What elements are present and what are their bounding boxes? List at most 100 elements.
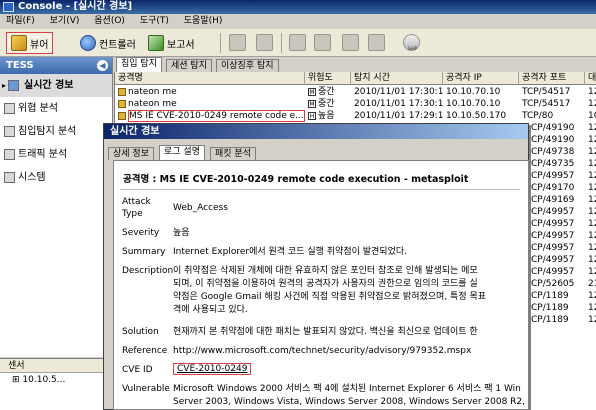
traffic-icon <box>4 149 15 160</box>
col-attacker-ip[interactable]: 공격자 IP <box>443 72 519 85</box>
reference-label: Reference <box>122 346 168 356</box>
cell-name: nateon me <box>128 87 177 97</box>
tab-intrusion[interactable]: 침입 탐지 <box>116 57 162 72</box>
tool-icon-1[interactable] <box>229 34 246 51</box>
report-button[interactable]: 보고서 <box>144 32 199 54</box>
cell-port: CP/49190 <box>531 123 575 133</box>
cell-port: CP/49957 <box>531 171 575 181</box>
tool-icon-4[interactable] <box>314 34 331 51</box>
sidebar-item-label: 실시간 경보 <box>24 80 74 91</box>
tab-packet-analysis[interactable]: 패킷 분석 <box>210 147 256 160</box>
sensor-ip: 10.10.5... <box>22 375 66 385</box>
col-attack-name[interactable]: 공격명 <box>115 72 305 85</box>
description-line: 격에 사용되고 있다. <box>173 305 248 315</box>
cell-dst: 12 <box>588 231 596 241</box>
viewer-icon <box>11 35 27 51</box>
selected-arrow-icon: ▸ <box>2 81 7 90</box>
cell-port: CP/49957 <box>531 231 575 241</box>
cell-port: TCP/54517 <box>522 87 571 97</box>
cell-dst: 12 <box>588 123 596 133</box>
sidebar-item-label: 시스템 <box>18 172 46 183</box>
report-icon <box>148 35 164 51</box>
sensor-header: 센서 <box>0 359 113 373</box>
tool-icon-2[interactable] <box>256 34 273 51</box>
menu-help[interactable]: 도움말(H) <box>184 16 223 26</box>
table-row[interactable]: nateon me M 중간 2010/11/01 17:30:14 10.10.… <box>115 86 596 98</box>
alert-row-icon <box>118 111 126 120</box>
menu-tools[interactable]: 도구(T) <box>140 16 169 26</box>
dialog-tabs: 상세 정보 로그 설명 패킷 분석 <box>106 144 526 160</box>
app-icon <box>3 2 14 12</box>
controller-button[interactable]: 컨트롤러 <box>76 32 140 54</box>
dialog-title[interactable]: 실시간 경보 <box>104 124 528 139</box>
threat-icon <box>4 103 15 114</box>
sidebar-item-system[interactable]: 시스템 <box>0 166 112 189</box>
col-attacker-port[interactable]: 공격자 포트 <box>519 72 585 85</box>
sidebar-item-intrusion-analysis[interactable]: 침입탐지 분석 <box>0 120 112 143</box>
reference-link[interactable]: http://www.microsoft.com/technet/securit… <box>173 345 471 357</box>
cell-port: TCP/80 <box>522 111 554 121</box>
tool-icon-6[interactable] <box>368 34 385 51</box>
col-severity[interactable]: 위험도 <box>305 72 351 85</box>
toolbar-separator-2 <box>281 33 282 53</box>
toolbar-separator <box>220 33 221 53</box>
solution-label: Solution <box>122 327 159 337</box>
toolbar: 뷰어 컨트롤러 보고서 SHIP <box>0 29 596 57</box>
cell-dst: 12 <box>588 291 596 301</box>
cell-dst: 12 <box>588 207 596 217</box>
cell-dst: 12 <box>588 87 596 97</box>
menu-file[interactable]: 파일(F) <box>6 16 35 26</box>
cve-label: CVE ID <box>122 365 153 375</box>
tool-icon-3[interactable] <box>289 34 306 51</box>
expand-icon[interactable]: ⊞ <box>12 375 20 385</box>
system-icon <box>4 172 15 183</box>
description-line: 약점은 Google Gmail 해킹 사건에 직접 악용된 취약점으로 밝혀졌… <box>173 292 487 302</box>
ship-icon[interactable]: SHIP <box>403 34 420 51</box>
cell-dst: 12 <box>588 99 596 109</box>
summary-label: Summary <box>122 247 166 257</box>
table-row-selected[interactable]: MS IE CVE-2010-0249 remote code e... H 높음… <box>115 110 596 122</box>
alert-row-icon <box>118 99 126 108</box>
cell-dst: 10 <box>588 111 596 121</box>
sidebar-item-traffic-analysis[interactable]: 트래픽 분석 <box>0 143 112 166</box>
controller-icon <box>80 35 96 51</box>
menu-view[interactable]: 보기(V) <box>50 16 80 26</box>
cell-dst: 12 <box>588 315 596 325</box>
severity-icon: M <box>308 99 316 108</box>
table-row[interactable]: nateon me M 중간 2010/11/01 17:30:14 10.10.… <box>115 98 596 110</box>
sidebar-item-realtime-alert[interactable]: ▸ 실시간 경보 <box>0 74 112 97</box>
tool-icon-5[interactable] <box>342 34 359 51</box>
cell-dst: 12 <box>588 135 596 145</box>
menu-bar: 파일(F) 보기(V) 옵션(O) 도구(T) 도움말(H) <box>0 14 596 29</box>
cell-ip: 10.10.70.10 <box>446 99 501 109</box>
col-dst[interactable]: 대 <box>585 72 596 85</box>
cell-dst: 12 <box>588 147 596 157</box>
cell-port: CP/1189 <box>531 303 569 313</box>
severity-icon: H <box>308 111 316 120</box>
vulnerable-line: Microsoft Windows 2000 서비스 팩 4에 설치된 Inte… <box>173 384 521 394</box>
cve-value[interactable]: CVE-2010-0249 <box>173 363 252 375</box>
sidebar-item-threat-analysis[interactable]: 위협 분석 <box>0 97 112 120</box>
alert-row-icon <box>118 87 126 96</box>
severity-icon: M <box>308 87 316 96</box>
intrusion-icon <box>4 126 15 137</box>
controller-label: 컨트롤러 <box>99 39 136 51</box>
vulnerable-label: Vulnerable <box>122 384 170 394</box>
cell-port: TCP/54517 <box>522 99 571 109</box>
col-time[interactable]: 탐지 시간 <box>351 72 443 85</box>
menu-options[interactable]: 옵션(O) <box>94 16 125 26</box>
sidebar: TESS ◀ ▸ 실시간 경보 위협 분석 침입탐지 분석 트래픽 분석 시스템 <box>0 57 113 357</box>
viewer-button[interactable]: 뷰어 <box>6 32 54 54</box>
cell-port: CP/52605 <box>531 279 575 289</box>
cell-port: CP/49190 <box>531 135 575 145</box>
sensor-row[interactable]: ⊞ 10.10.5... <box>0 373 113 387</box>
window-title: Console - [실시간 경보] <box>18 1 133 12</box>
tab-detail-info[interactable]: 상세 정보 <box>108 147 154 160</box>
tab-session[interactable]: 세션 탐지 <box>166 59 212 72</box>
collapse-icon[interactable]: ◀ <box>97 60 108 71</box>
cve-link[interactable]: CVE-2010-0249 <box>173 363 252 375</box>
cell-port: CP/49735 <box>531 159 575 169</box>
sidebar-header: TESS ◀ <box>0 57 112 74</box>
tab-anomaly[interactable]: 이상징후 탐지 <box>216 59 279 72</box>
tab-log-description[interactable]: 로그 설명 <box>159 145 205 160</box>
